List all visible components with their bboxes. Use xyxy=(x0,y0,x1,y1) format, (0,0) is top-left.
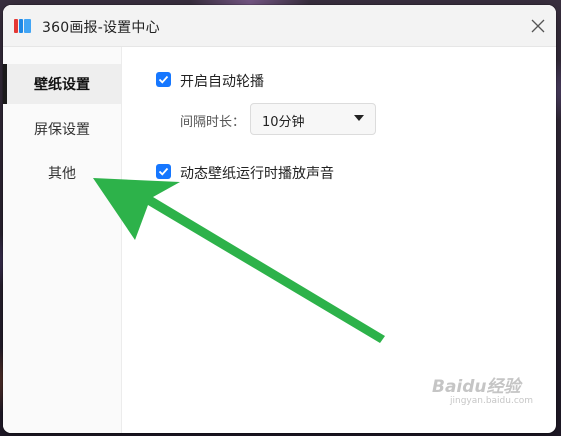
settings-sidebar: 壁纸设置 屏保设置 其他 xyxy=(3,47,122,433)
check-icon xyxy=(158,75,169,84)
close-button[interactable] xyxy=(524,12,552,40)
app-logo-icon xyxy=(14,19,31,33)
sidebar-item-label: 其他 xyxy=(48,166,76,182)
close-icon xyxy=(531,19,545,33)
settings-dialog: 360画报-设置中心 壁纸设置 屏保设置 其他 开启自动轮播 间隔时长： 10分… xyxy=(3,5,556,433)
check-icon xyxy=(158,167,169,176)
caret-down-icon xyxy=(354,115,364,121)
title-bar: 360画报-设置中心 xyxy=(3,5,556,47)
window-title: 360画报-设置中心 xyxy=(42,20,160,36)
sidebar-item-label: 壁纸设置 xyxy=(34,77,90,93)
wallpaper-settings-panel: 开启自动轮播 间隔时长： 10分钟 动态壁纸运行时播放声音 xyxy=(122,47,556,433)
auto-rotate-label[interactable]: 开启自动轮播 xyxy=(180,71,264,91)
interval-select[interactable]: 10分钟 xyxy=(250,103,376,135)
sidebar-item-wallpaper-settings[interactable]: 壁纸设置 xyxy=(3,64,121,104)
dynamic-sound-checkbox[interactable] xyxy=(156,164,171,179)
sidebar-item-other[interactable]: 其他 xyxy=(3,153,121,193)
interval-label: 间隔时长： xyxy=(180,115,246,130)
dynamic-sound-label[interactable]: 动态壁纸运行时播放声音 xyxy=(180,163,334,183)
sidebar-item-screensaver-settings[interactable]: 屏保设置 xyxy=(3,109,121,149)
interval-selected-value: 10分钟 xyxy=(262,115,305,130)
sidebar-item-label: 屏保设置 xyxy=(34,122,90,138)
auto-rotate-checkbox[interactable] xyxy=(156,72,171,87)
